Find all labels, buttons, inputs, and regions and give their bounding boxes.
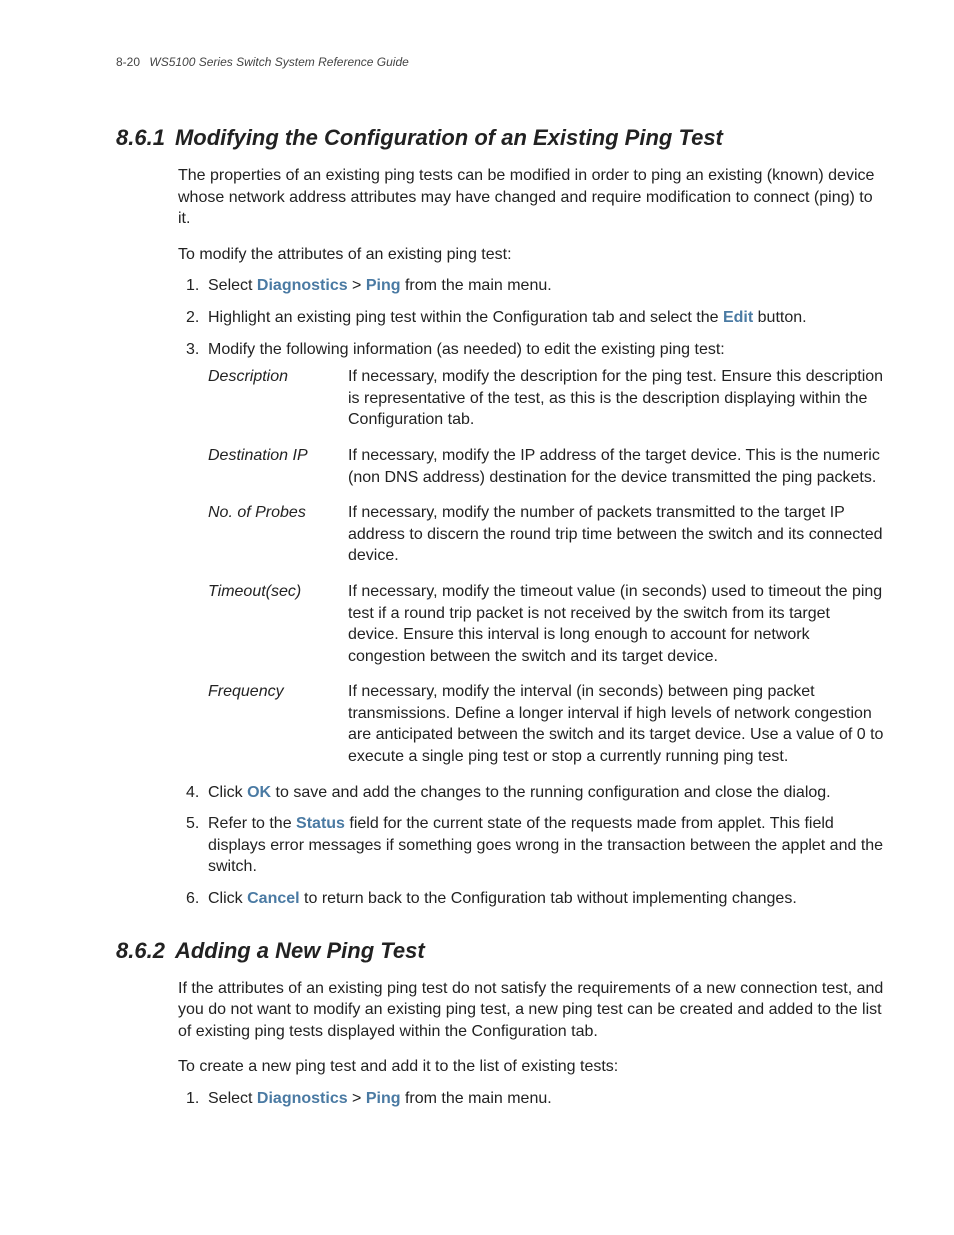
step-marker: 4. (186, 782, 199, 804)
step-item: 2. Highlight an existing ping test withi… (186, 307, 884, 329)
step-text: Select (208, 1090, 257, 1107)
ordered-steps: 1. Select Diagnostics > Ping from the ma… (186, 1088, 884, 1110)
definition-row: Description If necessary, modify the des… (208, 366, 884, 431)
running-header: 8-20 WS5100 Series Switch System Referen… (116, 55, 884, 69)
step-text: Select (208, 277, 257, 294)
definition-desc: If necessary, modify the number of packe… (348, 502, 884, 567)
step-item: 5. Refer to the Status field for the cur… (186, 813, 884, 878)
step-marker: 1. (186, 1088, 199, 1110)
keyword: Ping (366, 1090, 401, 1107)
keyword: Cancel (247, 890, 299, 907)
step-text: Click (208, 784, 247, 801)
step-text: from the main menu. (401, 277, 552, 294)
step-item: 3. Modify the following information (as … (186, 339, 884, 768)
section-heading: 8.6.2 Adding a New Ping Test (116, 938, 884, 964)
section-body: The properties of an existing ping tests… (116, 165, 884, 910)
step-text: to save and add the changes to the runni… (271, 784, 831, 801)
definition-row: Destination IP If necessary, modify the … (208, 445, 884, 488)
section-title: Modifying the Configuration of an Existi… (175, 125, 723, 151)
step-item: 6. Click Cancel to return back to the Co… (186, 888, 884, 910)
keyword: Edit (723, 309, 753, 326)
definition-desc: If necessary, modify the IP address of t… (348, 445, 884, 488)
section-number: 8.6.2 (116, 938, 165, 964)
step-text: from the main menu. (401, 1090, 552, 1107)
section-title: Adding a New Ping Test (175, 938, 425, 964)
keyword: Diagnostics (257, 1090, 348, 1107)
definition-row: Frequency If necessary, modify the inter… (208, 681, 884, 767)
step-text: Click (208, 890, 247, 907)
intro-paragraph: The properties of an existing ping tests… (178, 165, 884, 230)
definition-desc: If necessary, modify the interval (in se… (348, 681, 884, 767)
definition-row: No. of Probes If necessary, modify the n… (208, 502, 884, 567)
step-marker: 6. (186, 888, 199, 910)
keyword: OK (247, 784, 271, 801)
step-marker: 5. (186, 813, 199, 835)
doc-title: WS5100 Series Switch System Reference Gu… (149, 55, 408, 69)
definition-row: Timeout(sec) If necessary, modify the ti… (208, 581, 884, 667)
step-marker: 1. (186, 275, 199, 297)
separator: > (348, 277, 366, 294)
step-text: button. (753, 309, 806, 326)
step-text: Modify the following information (as nee… (208, 341, 725, 358)
page-number: 8-20 (116, 55, 140, 69)
ordered-steps: 1. Select Diagnostics > Ping from the ma… (186, 275, 884, 909)
lead-in-paragraph: To modify the attributes of an existing … (178, 244, 884, 266)
keyword: Ping (366, 277, 401, 294)
step-text: Highlight an existing ping test within t… (208, 309, 723, 326)
step-item: 4. Click OK to save and add the changes … (186, 782, 884, 804)
definition-term: Timeout(sec) (208, 581, 348, 603)
section-number: 8.6.1 (116, 125, 165, 151)
definition-desc: If necessary, modify the description for… (348, 366, 884, 431)
step-marker: 2. (186, 307, 199, 329)
keyword: Status (296, 815, 345, 832)
definition-term: No. of Probes (208, 502, 348, 524)
section-heading: 8.6.1 Modifying the Configuration of an … (116, 125, 884, 151)
intro-paragraph: If the attributes of an existing ping te… (178, 978, 884, 1043)
definition-term: Frequency (208, 681, 348, 703)
definition-term: Destination IP (208, 445, 348, 467)
step-item: 1. Select Diagnostics > Ping from the ma… (186, 1088, 884, 1110)
definition-desc: If necessary, modify the timeout value (… (348, 581, 884, 667)
step-item: 1. Select Diagnostics > Ping from the ma… (186, 275, 884, 297)
step-text: to return back to the Configuration tab … (300, 890, 797, 907)
document-page: 8-20 WS5100 Series Switch System Referen… (0, 0, 954, 1235)
separator: > (348, 1090, 366, 1107)
step-text: Refer to the (208, 815, 296, 832)
definition-list: Description If necessary, modify the des… (208, 366, 884, 768)
step-marker: 3. (186, 339, 199, 361)
section-body: If the attributes of an existing ping te… (116, 978, 884, 1110)
keyword: Diagnostics (257, 277, 348, 294)
definition-term: Description (208, 366, 348, 388)
lead-in-paragraph: To create a new ping test and add it to … (178, 1056, 884, 1078)
